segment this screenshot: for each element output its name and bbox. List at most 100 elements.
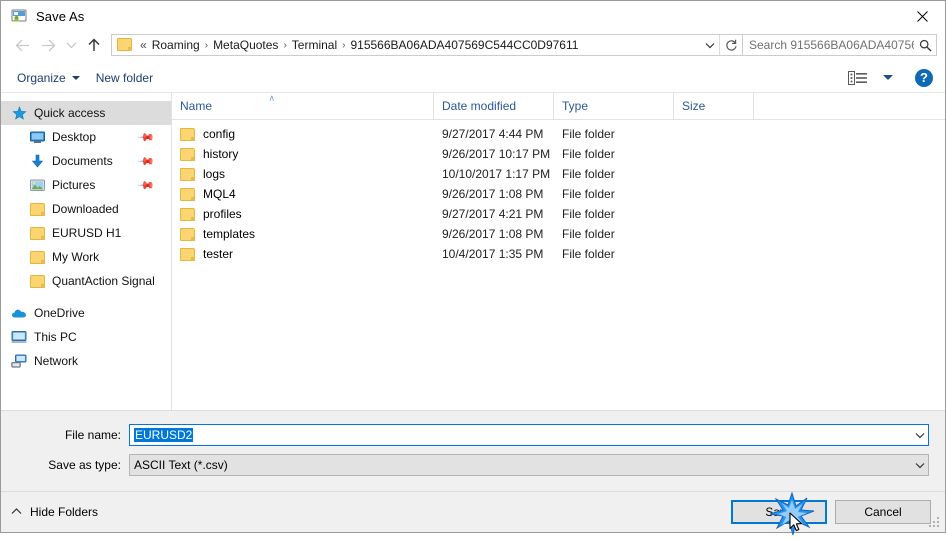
file-type-cell: File folder: [562, 127, 615, 141]
table-row[interactable]: history 9/26/2017 10:17 PM File folder: [172, 144, 945, 164]
sidebar-item-my-work[interactable]: My Work: [1, 245, 171, 269]
column-header-type-label: Type: [562, 99, 589, 113]
sidebar-item-this-pc[interactable]: This PC: [1, 325, 171, 349]
sidebar-item-pictures[interactable]: Pictures 📌: [1, 173, 171, 197]
folder-icon: [180, 247, 195, 261]
up-icon[interactable]: [81, 33, 107, 57]
folder-icon: [29, 225, 45, 241]
save-as-icon: [11, 8, 27, 24]
close-button[interactable]: [899, 1, 945, 31]
save-button-label: Save: [765, 505, 793, 519]
file-name-label: File name:: [64, 428, 121, 442]
file-rows: config 9/27/2017 4:44 PM File folder his…: [172, 120, 945, 410]
table-row[interactable]: logs 10/10/2017 1:17 PM File folder: [172, 164, 945, 184]
save-button[interactable]: Save: [731, 491, 827, 536]
folder-icon: [180, 127, 195, 141]
column-header-type[interactable]: Type: [554, 93, 674, 119]
new-folder-button[interactable]: New folder: [88, 68, 161, 88]
file-name-chevron-down-icon[interactable]: [911, 432, 928, 439]
column-header-name-label: Name: [180, 99, 213, 113]
sidebar-item-desktop[interactable]: Desktop 📌: [1, 125, 171, 149]
dialog-body: Quick access Desktop 📌 Documents 📌 Pictu…: [1, 93, 945, 410]
file-name-cell: config: [172, 127, 434, 141]
sidebar-item-quantaction-signal[interactable]: QuantAction Signal: [1, 269, 171, 293]
file-type-cell: File folder: [562, 227, 615, 241]
breadcrumb-item-3[interactable]: 915566BA06ADA407569C544CC0D97611: [347, 37, 581, 53]
chevron-up-icon: [11, 507, 22, 518]
sidebar-item-documents[interactable]: Documents 📌: [1, 149, 171, 173]
file-type-cell: File folder: [562, 147, 615, 161]
table-row[interactable]: config 9/27/2017 4:44 PM File folder: [172, 124, 945, 144]
save-as-type-select[interactable]: ASCII Text (*.csv): [129, 454, 929, 476]
file-name-input[interactable]: EURUSD2: [129, 424, 929, 446]
file-name-cell: MQL4: [172, 187, 434, 201]
table-row[interactable]: templates 9/26/2017 1:08 PM File folder: [172, 224, 945, 244]
breadcrumb-sep: ›: [342, 39, 346, 51]
file-name-label: config: [203, 127, 236, 141]
new-folder-label: New folder: [95, 70, 154, 85]
sidebar-item-label: EURUSD H1: [52, 226, 122, 240]
view-chevron-down-icon[interactable]: [883, 75, 893, 80]
sidebar-item-network[interactable]: Network: [1, 349, 171, 373]
sidebar-item-eurusd-h1[interactable]: EURUSD H1: [1, 221, 171, 245]
address-chevron-down-icon[interactable]: [701, 35, 719, 55]
forward-icon[interactable]: [35, 33, 61, 57]
folder-icon: [29, 249, 45, 265]
address-bar[interactable]: « Roaming › MetaQuotes › Terminal › 9155…: [111, 34, 743, 56]
sidebar-item-downloaded[interactable]: Downloaded: [1, 197, 171, 221]
column-header-row: Name ∧ Date modified Type Size: [172, 93, 945, 120]
sidebar-item-quick-access[interactable]: Quick access: [1, 101, 171, 125]
breadcrumb-item-0[interactable]: Roaming: [149, 37, 203, 53]
save-as-type-chevron-down-icon[interactable]: [911, 462, 928, 469]
back-icon[interactable]: [9, 33, 35, 57]
table-row[interactable]: MQL4 9/26/2017 1:08 PM File folder: [172, 184, 945, 204]
file-name-label: logs: [203, 167, 226, 181]
breadcrumb-sep: ›: [283, 39, 287, 51]
organize-label: Organize: [17, 70, 66, 85]
pin-icon[interactable]: 📌: [137, 128, 156, 146]
file-name-selected-text: EURUSD2: [134, 428, 194, 442]
file-name-label: templates: [203, 227, 256, 241]
navigation-pane: Quick access Desktop 📌 Documents 📌 Pictu…: [1, 93, 172, 410]
recent-locations-chevron-down-icon[interactable]: [61, 33, 81, 57]
file-name-cell: logs: [172, 167, 434, 181]
table-row[interactable]: tester 10/4/2017 1:35 PM File folder: [172, 244, 945, 264]
file-name-cell: templates: [172, 227, 434, 241]
thispc-icon: [11, 329, 27, 345]
file-name-label: MQL4: [203, 187, 236, 201]
organize-button[interactable]: Organize: [9, 68, 88, 88]
refresh-icon[interactable]: [719, 35, 742, 55]
sidebar-item-label: Network: [34, 354, 79, 368]
view-mode-button[interactable]: [840, 67, 893, 89]
sidebar-item-label: My Work: [52, 250, 100, 264]
desktop-icon: [29, 129, 45, 145]
file-type-cell: File folder: [562, 167, 615, 181]
pin-icon[interactable]: 📌: [137, 176, 156, 194]
column-header-size[interactable]: Size: [674, 93, 754, 119]
breadcrumb-item-2[interactable]: Terminal: [289, 37, 340, 53]
cancel-button[interactable]: Cancel: [835, 500, 931, 524]
pin-icon[interactable]: 📌: [137, 152, 156, 170]
column-header-date-modified[interactable]: Date modified: [434, 93, 554, 119]
search-input[interactable]: Search 915566BA06ADA40756...: [743, 34, 937, 56]
resize-grip[interactable]: [929, 517, 941, 529]
file-name-cell: history: [172, 147, 434, 161]
file-type-cell: File folder: [562, 247, 615, 261]
star-icon: [11, 105, 27, 121]
breadcrumb-item-1[interactable]: MetaQuotes: [210, 37, 281, 53]
sort-ascending-icon: ∧: [268, 93, 276, 103]
table-row[interactable]: profiles 9/27/2017 4:21 PM File folder: [172, 204, 945, 224]
breadcrumb-sep: ›: [204, 39, 209, 51]
breadcrumb-overflow[interactable]: «: [137, 38, 149, 52]
sidebar-item-onedrive[interactable]: OneDrive: [1, 301, 171, 325]
sidebar-item-label: Downloaded: [52, 202, 119, 216]
search-icon[interactable]: [914, 39, 936, 52]
file-name-label: tester: [203, 247, 234, 261]
pictures-icon: [29, 177, 45, 193]
sidebar-item-label: This PC: [34, 330, 77, 344]
cancel-button-label: Cancel: [864, 505, 902, 519]
sidebar-item-label: Quick access: [34, 106, 106, 120]
column-header-name[interactable]: Name ∧: [172, 93, 434, 119]
help-button[interactable]: ?: [915, 68, 933, 87]
hide-folders-button[interactable]: Hide Folders: [11, 505, 98, 519]
